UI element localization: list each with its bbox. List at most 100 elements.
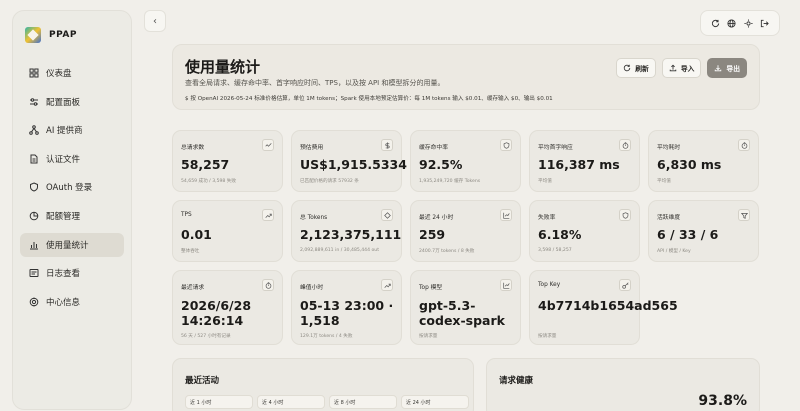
metric-card-top-model: Top 模型 gpt-5.3-codex-spark 按请求量 <box>410 270 521 345</box>
metric-value: 4b7714b1654ad565 <box>538 298 678 313</box>
sidebar-item-label: 认证文件 <box>46 154 81 165</box>
sliders-icon <box>29 97 39 107</box>
page-title: 使用量统计 <box>185 58 261 76</box>
tab-last-4h[interactable]: 近 4 小时 <box>257 395 325 409</box>
globe-icon[interactable] <box>726 17 738 29</box>
sidebar-item-logs[interactable]: 日志查看 <box>20 261 124 285</box>
export-button[interactable]: 导出 <box>707 58 747 78</box>
timer-icon <box>738 139 750 151</box>
metric-card-active-dimensions: 活跃维度 6 / 33 / 6 API / 模型 / Key <box>648 200 759 262</box>
key-icon <box>619 279 631 291</box>
top-toolbar <box>700 10 780 36</box>
bar-chart-icon <box>29 240 39 250</box>
sidebar-item-label: OAuth 登录 <box>46 183 93 194</box>
sun-icon[interactable] <box>742 17 754 29</box>
sidebar-item-quota[interactable]: 配额管理 <box>20 204 124 228</box>
metric-desc: 按请求量 <box>419 334 438 339</box>
app-name: PPAP <box>49 30 77 40</box>
sidebar-item-label: 日志查看 <box>46 269 81 280</box>
metric-label: 总 Tokens <box>300 215 328 221</box>
metric-card-top-key: Top Key 4b7714b1654ad565 按请求量 <box>529 270 678 345</box>
metric-desc: 平均值 <box>538 179 552 184</box>
metric-card-cache-hit-rate: 缓存命中率 92.5% 1,935,249,720 缓存 Tokens <box>410 130 521 192</box>
metric-card-last-24h: 最近 24 小时 259 2400.7万 tokens / 8 失败 <box>410 200 521 262</box>
brand[interactable]: PPAP <box>13 11 131 47</box>
tab-last-1h[interactable]: 近 1 小时 <box>185 395 253 409</box>
metric-value: 2026/6/28 14:26:14 <box>181 298 252 328</box>
sidebar-item-label: 仪表盘 <box>46 69 72 79</box>
metric-card-peak-hour: 峰值小时 05-13 23:00 · 1,518 129.1万 tokens /… <box>291 270 402 345</box>
sidebar-item-oauth-login[interactable]: OAuth 登录 <box>20 175 124 199</box>
request-health-title: 请求健康 <box>499 376 534 386</box>
sidebar-nav: 仪表盘 配置面板 AI 提供商 认证文件 OAuth 登录 配额管理 使用量统计 <box>13 61 131 314</box>
metric-desc: 已匹配价格的请求 57932 条 <box>300 179 359 184</box>
metric-desc: 3,598 / 58,257 <box>538 248 572 253</box>
metric-card-total-tokens: 总 Tokens 2,123,375,111 2,092,889,611 in … <box>291 200 402 262</box>
metric-value: 05-13 23:00 · 1,518 <box>300 298 394 328</box>
export-label: 导出 <box>726 66 740 73</box>
diamond-icon <box>381 209 393 221</box>
refresh-icon[interactable] <box>709 17 721 29</box>
sidebar-item-auth-files[interactable]: 认证文件 <box>20 147 124 171</box>
filter-icon <box>738 209 750 221</box>
page-header: 使用量统计 查看全局请求、缓存命中率、首字响应时间、TPS，以及按 API 和模… <box>172 44 760 110</box>
chart-icon <box>500 279 512 291</box>
dollar-icon <box>381 139 393 151</box>
logout-icon[interactable] <box>759 17 771 29</box>
sidebar-item-config[interactable]: 配置面板 <box>20 90 124 114</box>
chart-icon <box>500 209 512 221</box>
metric-card-estimated-cost: 预估费用 US$1,915.5334 已匹配价格的请求 57932 条 <box>291 130 407 192</box>
metric-card-avg-duration: 平均耗时 6,830 ms 平均值 <box>648 130 759 192</box>
trend-icon <box>262 209 274 221</box>
header-actions: 刷新 导入 导出 <box>616 58 747 78</box>
recent-activity-title: 最近活动 <box>185 376 220 386</box>
sidebar-item-usage-stats[interactable]: 使用量统计 <box>20 232 124 257</box>
metric-desc: 2,092,889,611 in / 30,485,444 out <box>300 248 380 253</box>
tab-last-24h[interactable]: 近 24 小时 <box>401 395 469 409</box>
target-icon <box>29 297 39 307</box>
metric-desc: 1,935,249,720 缓存 Tokens <box>419 179 481 184</box>
refresh-button[interactable]: 刷新 <box>616 58 656 78</box>
sidebar: PPAP 仪表盘 配置面板 AI 提供商 认证文件 OAuth 登录 配额管理 <box>12 10 132 410</box>
import-button[interactable]: 导入 <box>661 58 702 78</box>
upload-icon <box>669 64 677 72</box>
shield-icon <box>29 182 39 192</box>
tab-last-8h[interactable]: 近 8 小时 <box>329 395 397 409</box>
network-icon <box>29 125 39 135</box>
chevron-left-icon: ‹ <box>153 15 157 27</box>
metric-desc: 54,659 成功 / 3,598 失败 <box>181 179 236 184</box>
refresh-label: 刷新 <box>635 66 649 73</box>
metric-card-failure-rate: 失败率 6.18% 3,598 / 58,257 <box>529 200 640 262</box>
activity-range-tabs: 近 1 小时 近 4 小时 近 8 小时 近 24 小时 <box>185 395 469 409</box>
metric-value: 2,123,375,111 <box>300 227 402 242</box>
request-health-rate: 93.8% <box>698 393 747 409</box>
request-health-panel: 请求健康 93.8% <box>486 358 760 411</box>
pie-icon <box>29 211 39 221</box>
sidebar-item-center-info[interactable]: 中心信息 <box>20 290 124 314</box>
sidebar-item-dashboard[interactable]: 仪表盘 <box>20 61 124 85</box>
refresh-icon <box>623 64 631 72</box>
metric-value: 92.5% <box>419 157 463 172</box>
sidebar-item-ai-providers[interactable]: AI 提供商 <box>20 118 124 142</box>
download-icon <box>715 65 722 72</box>
metric-value: 259 <box>419 227 446 242</box>
metric-label: Top Key <box>538 282 561 288</box>
metric-label: 缓存命中率 <box>419 145 448 151</box>
page-subtitle: 查看全局请求、缓存命中率、首字响应时间、TPS，以及按 API 和模型拆分的用量… <box>185 79 445 87</box>
metric-label: 平均耗时 <box>657 145 681 151</box>
metric-label: 总请求数 <box>181 145 205 151</box>
metric-desc: 56 天 / 527 小时有记录 <box>181 334 231 339</box>
metric-label: 平均首字响应 <box>538 145 573 151</box>
timer-icon <box>262 279 274 291</box>
metric-value: 6,830 ms <box>657 157 722 172</box>
sidebar-item-label: 中心信息 <box>46 297 81 308</box>
collapse-sidebar-button[interactable]: ‹ <box>144 10 166 32</box>
sidebar-item-label: 配置面板 <box>46 97 81 108</box>
pulse-icon <box>262 139 274 151</box>
price-note: $ 按 OpenAI 2026-05-24 标准价格估算，单位 1M token… <box>185 96 553 102</box>
log-icon <box>29 268 39 278</box>
sidebar-item-label: 配额管理 <box>46 211 81 222</box>
metric-desc: 整体吞吐 <box>181 249 200 254</box>
timer-icon <box>619 139 631 151</box>
metric-label: TPS <box>181 212 192 218</box>
